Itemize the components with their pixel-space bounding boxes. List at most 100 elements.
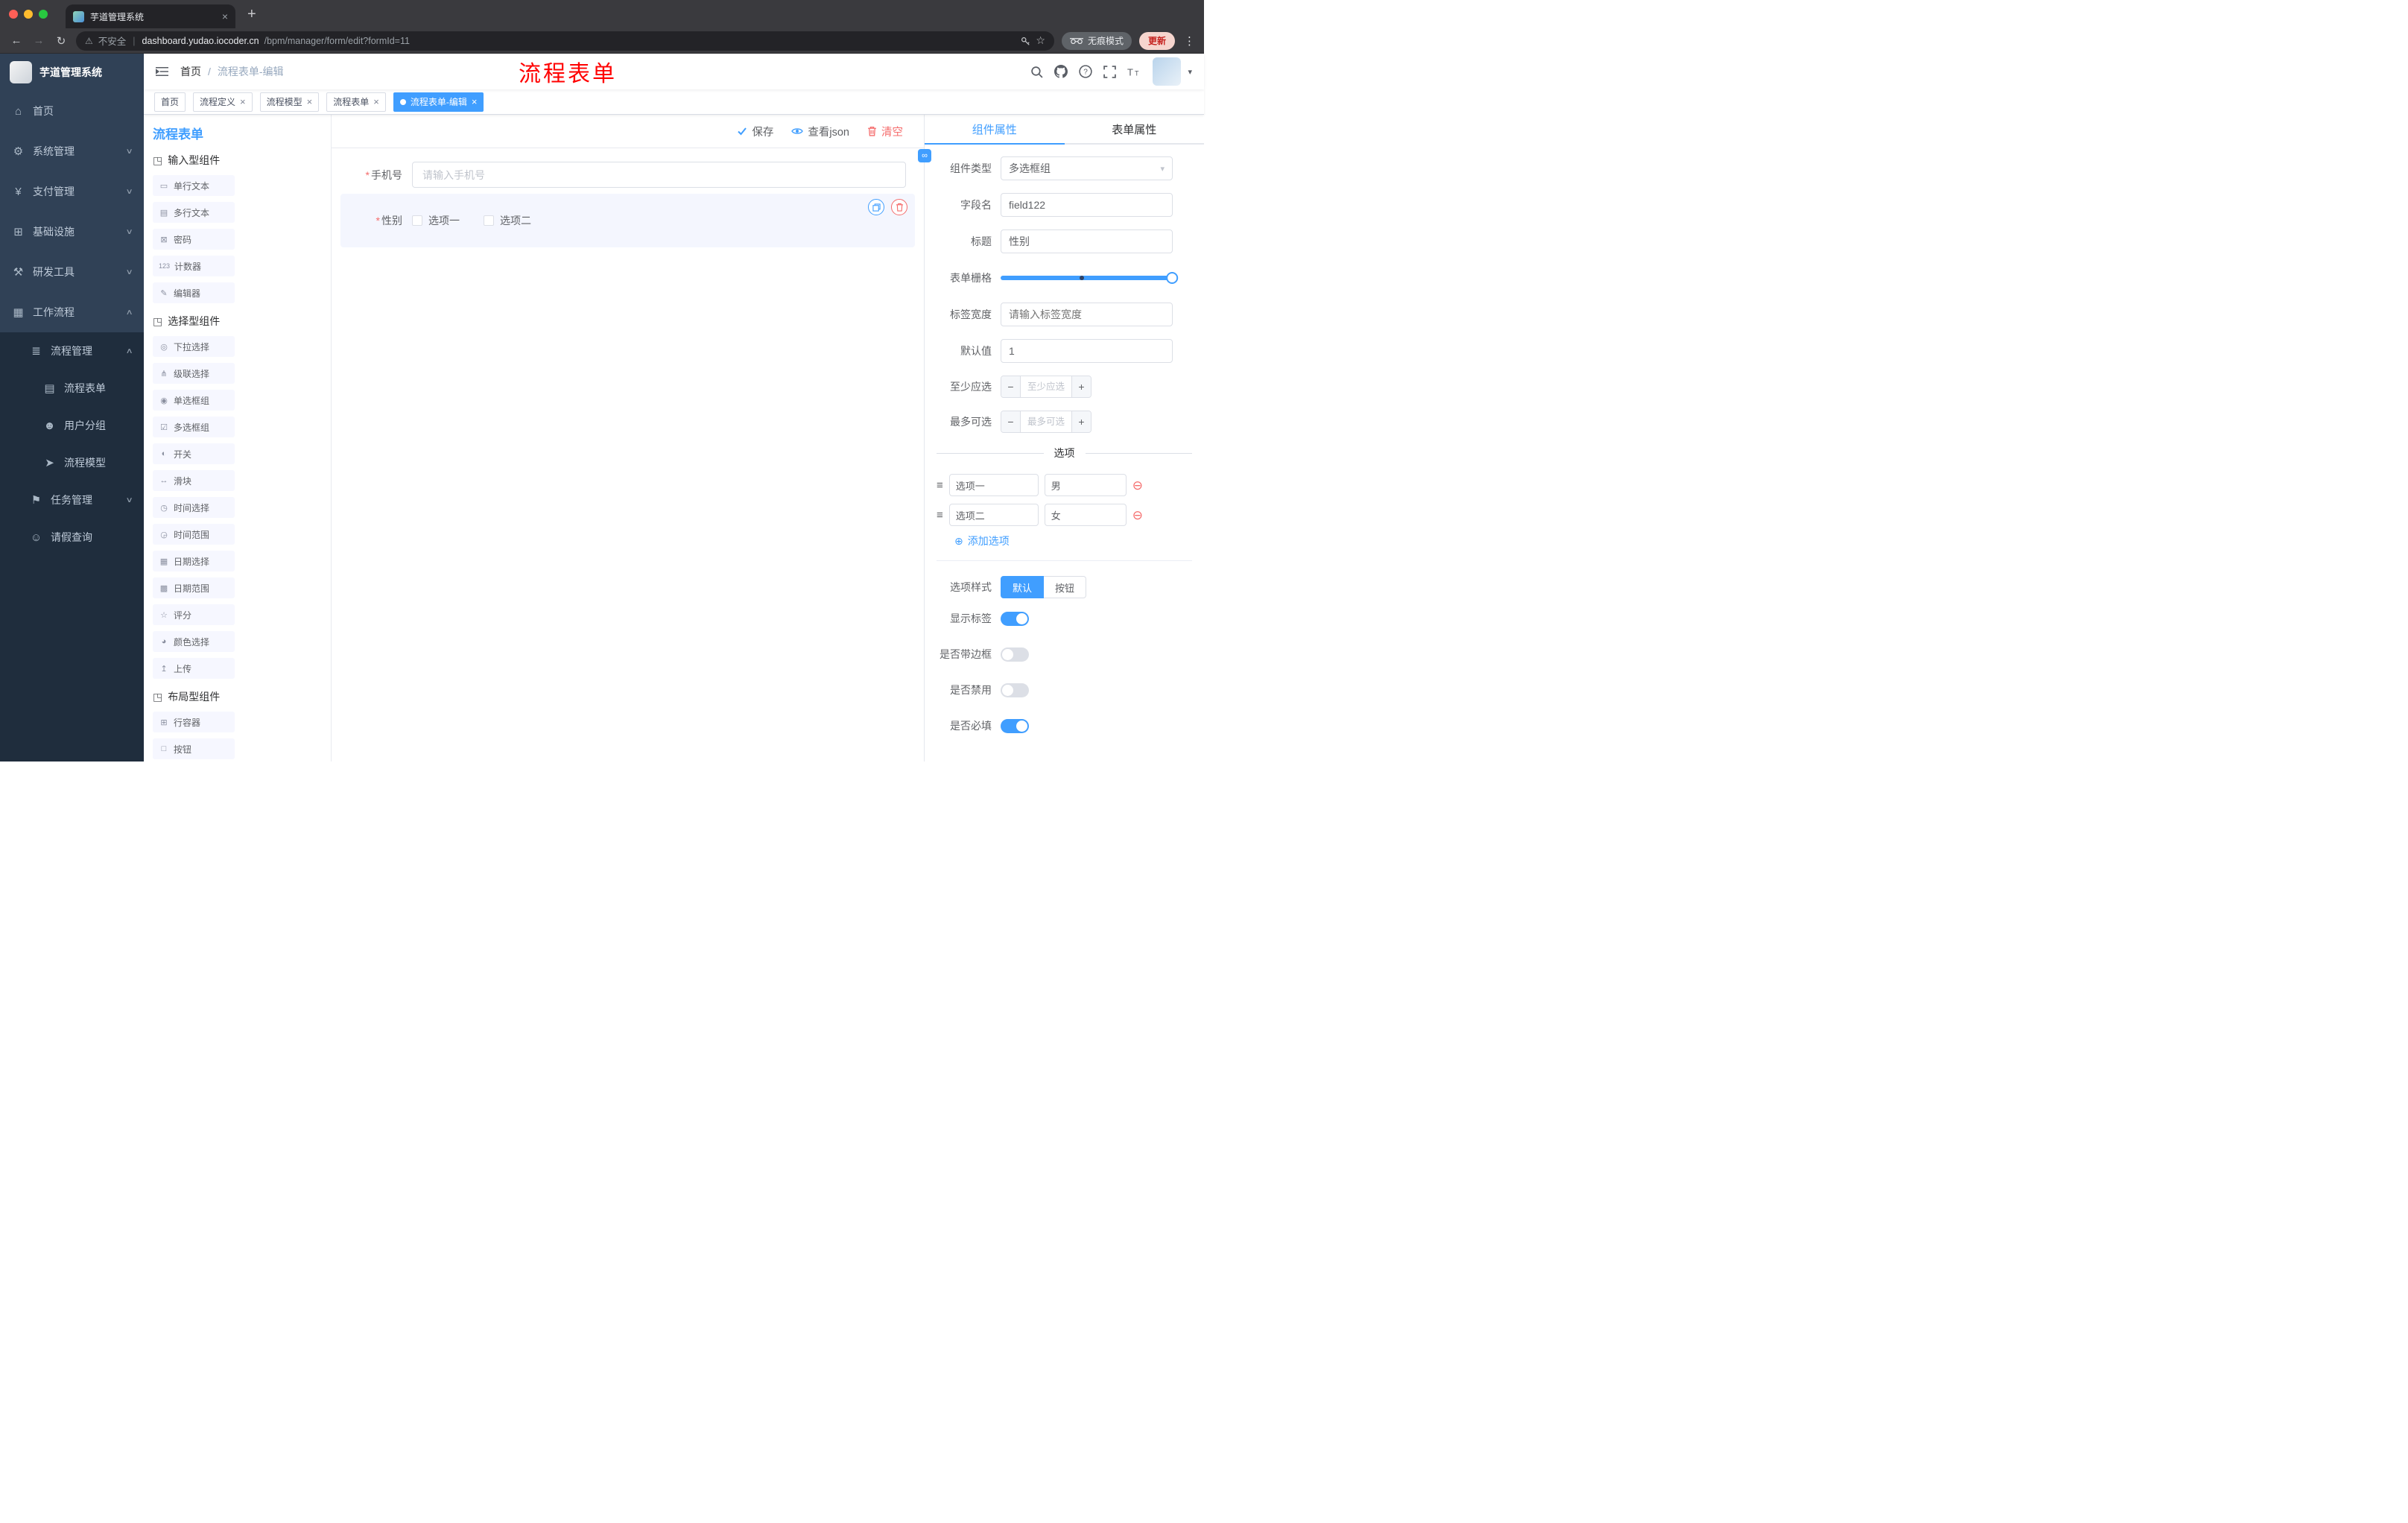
tab-component-properties[interactable]: 组件属性 <box>925 115 1065 145</box>
component-item[interactable]: □ 按钮 <box>153 738 235 759</box>
sidebar-item-task-management[interactable]: ⚑ 任务管理 ∨ <box>0 481 144 519</box>
zoom-window-button[interactable] <box>39 10 48 19</box>
component-item[interactable]: 123 计数器 <box>153 256 235 276</box>
option-label-input[interactable] <box>948 474 1039 496</box>
option-value-input[interactable] <box>1044 504 1127 526</box>
search-icon[interactable] <box>1030 66 1044 78</box>
view-json-button[interactable]: 查看json <box>791 124 849 139</box>
back-icon[interactable]: ← <box>9 34 24 47</box>
chrome-update-button[interactable]: 更新 <box>1138 31 1175 50</box>
increase-button[interactable]: + <box>1071 376 1091 397</box>
password-key-icon[interactable] <box>1020 36 1030 46</box>
hamburger-icon[interactable] <box>156 66 168 77</box>
copy-component-button[interactable] <box>868 199 884 215</box>
phone-input[interactable] <box>412 162 906 188</box>
component-type-select[interactable]: 多选框组 ▾ <box>1001 156 1173 180</box>
tab-home[interactable]: 首页 <box>154 92 186 112</box>
remove-option-icon[interactable]: ⊖ <box>1132 509 1143 522</box>
component-item[interactable]: ☆ 评分 <box>153 604 235 625</box>
drag-handle-icon[interactable]: ≡ <box>937 509 943 522</box>
option-label-input[interactable] <box>948 504 1039 526</box>
sidebar-item-process-form[interactable]: ▤ 流程表单 <box>0 370 144 407</box>
fullscreen-icon[interactable] <box>1103 65 1117 78</box>
checkbox-option[interactable]: 选项一 <box>412 213 460 228</box>
sidebar-item-process-model[interactable]: ➤ 流程模型 <box>0 444 144 481</box>
address-bar[interactable]: ⚠ 不安全 | dashboard.yudao.iocoder.cn/bpm/m… <box>76 31 1054 51</box>
required-toggle[interactable] <box>1001 718 1029 733</box>
min-select-input[interactable] <box>1021 376 1071 397</box>
add-option-button[interactable]: ⊕ 添加选项 <box>937 533 1192 548</box>
label-width-input[interactable] <box>1001 303 1173 326</box>
tab-process-model[interactable]: 流程模型 × <box>259 92 320 112</box>
tab-close-icon[interactable]: × <box>222 10 228 22</box>
component-item[interactable]: ◐ 开关 <box>153 443 235 464</box>
close-window-button[interactable] <box>9 10 18 19</box>
component-item[interactable]: ⊠ 密码 <box>153 229 235 250</box>
component-item[interactable]: ▦ 日期选择 <box>153 551 235 571</box>
component-item[interactable]: ↔ 滑块 <box>153 470 235 491</box>
component-item[interactable]: ↥ 上传 <box>153 658 235 679</box>
component-item[interactable]: ▩ 日期范围 <box>153 577 235 598</box>
clear-button[interactable]: 清空 <box>867 124 903 139</box>
component-item[interactable]: ▤ 多行文本 <box>153 202 235 223</box>
sidebar-logo[interactable]: 芋道管理系统 <box>0 54 144 91</box>
component-item[interactable]: ◷ 时间选择 <box>153 497 235 518</box>
sidebar-item-dashboard[interactable]: ⌂ 首页 <box>0 91 144 131</box>
forward-icon[interactable]: → <box>31 34 46 47</box>
browser-tab[interactable]: 芋道管理系统 × <box>66 4 235 28</box>
border-toggle[interactable] <box>1001 647 1029 662</box>
user-avatar[interactable] <box>1153 57 1182 86</box>
style-default-button[interactable]: 默认 <box>1001 576 1045 598</box>
minimize-window-button[interactable] <box>24 10 33 19</box>
sidebar-item-workflow[interactable]: ▦ 工作流程 ∧ <box>0 292 144 332</box>
slider-runway[interactable] <box>1001 272 1179 284</box>
style-button-button[interactable]: 按钮 <box>1044 576 1087 598</box>
sidebar-item-process-management[interactable]: ≣ 流程管理 ∧ <box>0 332 144 370</box>
browser-menu-icon[interactable]: ⋮ <box>1184 34 1195 48</box>
delete-component-button[interactable] <box>891 199 907 215</box>
sidebar-item-dev-tools[interactable]: ⚒ 研发工具 ∨ <box>0 252 144 292</box>
breadcrumb-root[interactable]: 首页 <box>180 64 201 79</box>
sidebar-item-payment-management[interactable]: ¥ 支付管理 ∨ <box>0 171 144 212</box>
close-icon[interactable]: × <box>472 96 478 107</box>
form-canvas[interactable]: * 手机号 请输入手机号 * 性别 选项一 选项二 <box>332 148 924 762</box>
decrease-button[interactable]: − <box>1001 376 1021 397</box>
remove-option-icon[interactable]: ⊖ <box>1132 479 1143 492</box>
github-icon[interactable] <box>1054 65 1068 78</box>
tab-process-form-edit[interactable]: 流程表单-编辑 × <box>393 92 484 112</box>
component-item[interactable]: ☑ 多选框组 <box>153 417 235 437</box>
sidebar-item-system-management[interactable]: ⚙ 系统管理 ∨ <box>0 131 144 171</box>
phone-field-row[interactable]: * 手机号 <box>340 162 915 188</box>
component-item[interactable]: ◕ 颜色选择 <box>153 631 235 652</box>
close-icon[interactable]: × <box>240 96 246 107</box>
slider-handle[interactable] <box>1166 272 1179 284</box>
component-item[interactable]: ◉ 单选框组 <box>153 390 235 411</box>
decrease-button[interactable]: − <box>1001 411 1021 432</box>
link-icon[interactable]: ∞ <box>918 149 931 162</box>
close-icon[interactable]: × <box>307 96 313 107</box>
close-icon[interactable]: × <box>373 96 379 107</box>
max-select-input[interactable] <box>1021 411 1071 432</box>
increase-button[interactable]: + <box>1071 411 1091 432</box>
component-item[interactable]: ⋔ 级联选择 <box>153 363 235 384</box>
tab-form-properties[interactable]: 表单属性 <box>1065 115 1205 143</box>
sidebar-item-leave-query[interactable]: ☺ 请假查询 <box>0 519 144 556</box>
tab-process-definition[interactable]: 流程定义 × <box>193 92 253 112</box>
option-value-input[interactable] <box>1044 474 1127 496</box>
save-button[interactable]: 保存 <box>737 124 773 139</box>
checkbox-option[interactable]: 选项二 <box>484 213 531 228</box>
reload-icon[interactable]: ↻ <box>54 34 69 48</box>
component-item[interactable]: ◶ 时间范围 <box>153 524 235 545</box>
component-item[interactable]: ▭ 单行文本 <box>153 175 235 196</box>
tab-process-form[interactable]: 流程表单 × <box>326 92 386 112</box>
disabled-toggle[interactable] <box>1001 683 1029 697</box>
field-name-input[interactable] <box>1001 193 1173 217</box>
drag-handle-icon[interactable]: ≡ <box>937 479 943 492</box>
new-tab-button[interactable]: + <box>247 6 256 23</box>
avatar-caret-icon[interactable]: ▾ <box>1188 67 1192 77</box>
default-value-input[interactable] <box>1001 339 1173 363</box>
help-icon[interactable]: ? <box>1079 65 1093 78</box>
title-input[interactable] <box>1001 229 1173 253</box>
sidebar-item-infrastructure[interactable]: ⊞ 基础设施 ∨ <box>0 212 144 252</box>
show-label-toggle[interactable] <box>1001 611 1029 626</box>
